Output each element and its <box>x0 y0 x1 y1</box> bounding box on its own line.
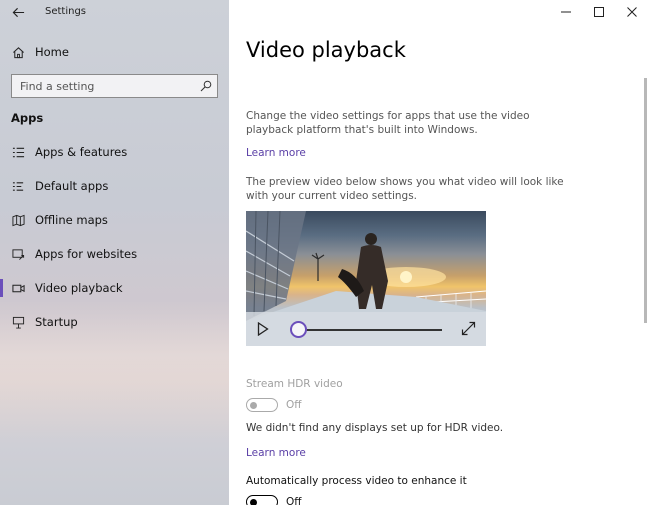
sidebar-item-apps-for-websites[interactable]: Apps for websites <box>0 240 229 268</box>
app-title: Settings <box>45 6 87 17</box>
sidebar-item-video-playback[interactable]: Video playback <box>0 274 229 302</box>
main-content: Video playback Change the video settings… <box>229 0 648 505</box>
video-preview[interactable] <box>246 211 486 346</box>
sidebar-item-startup[interactable]: Startup <box>0 308 229 336</box>
minimize-icon <box>560 11 571 13</box>
close-button[interactable] <box>615 0 648 24</box>
sidebar-item-default-apps[interactable]: Default apps <box>0 172 229 200</box>
auto-process-toggle-state: Off <box>286 496 302 505</box>
maximize-button[interactable] <box>582 0 615 24</box>
video-progress-track[interactable] <box>298 329 442 331</box>
list-icon <box>11 145 25 159</box>
default-apps-icon <box>11 179 25 193</box>
hdr-toggle-state: Off <box>286 399 302 411</box>
hdr-label: Stream HDR video <box>246 378 343 390</box>
sidebar-titlebar: Settings <box>0 0 229 26</box>
search-box[interactable] <box>11 74 218 98</box>
auto-process-toggle[interactable] <box>246 495 278 505</box>
learn-more-link-hdr[interactable]: Learn more <box>246 447 306 459</box>
close-icon <box>626 7 637 17</box>
search-icon[interactable] <box>200 80 212 92</box>
home-icon <box>11 45 25 59</box>
video-controls <box>246 312 486 346</box>
back-arrow-icon <box>12 7 24 17</box>
video-icon <box>11 281 25 295</box>
sidebar: Settings Home Apps Apps & features Defau… <box>0 0 229 505</box>
minimize-button[interactable] <box>549 0 582 24</box>
auto-process-label: Automatically process video to enhance i… <box>246 475 467 487</box>
section-heading-apps: Apps <box>11 111 44 125</box>
sidebar-item-label: Home <box>35 45 69 59</box>
video-progress-thumb[interactable] <box>289 321 307 338</box>
sidebar-item-label: Default apps <box>35 179 109 193</box>
search-input[interactable] <box>12 75 192 97</box>
scrollbar[interactable] <box>644 78 647 323</box>
sidebar-item-home[interactable]: Home <box>0 40 229 64</box>
sidebar-item-label: Video playback <box>35 281 123 295</box>
page-title: Video playback <box>246 38 406 62</box>
sidebar-item-label: Startup <box>35 315 78 329</box>
map-icon <box>11 213 25 227</box>
preview-text: The preview video below shows you what v… <box>246 176 564 202</box>
toggle-knob <box>250 401 257 409</box>
fullscreen-icon[interactable] <box>461 321 476 336</box>
toggle-knob <box>250 498 257 505</box>
maximize-icon <box>593 7 604 17</box>
hdr-toggle[interactable] <box>246 398 278 412</box>
web-link-icon <box>11 247 25 261</box>
sidebar-item-offline-maps[interactable]: Offline maps <box>0 206 229 234</box>
play-icon[interactable] <box>257 322 269 336</box>
sidebar-item-label: Offline maps <box>35 213 108 227</box>
hdr-note: We didn't find any displays set up for H… <box>246 422 504 434</box>
sidebar-item-label: Apps for websites <box>35 247 138 261</box>
intro-text: Change the video settings for apps that … <box>246 110 530 136</box>
window-controls <box>549 0 648 26</box>
sidebar-item-label: Apps & features <box>35 145 128 159</box>
back-button[interactable] <box>8 3 28 21</box>
selection-indicator <box>0 279 3 297</box>
sidebar-item-apps-features[interactable]: Apps & features <box>0 138 229 166</box>
learn-more-link[interactable]: Learn more <box>246 147 306 159</box>
startup-icon <box>11 315 25 329</box>
